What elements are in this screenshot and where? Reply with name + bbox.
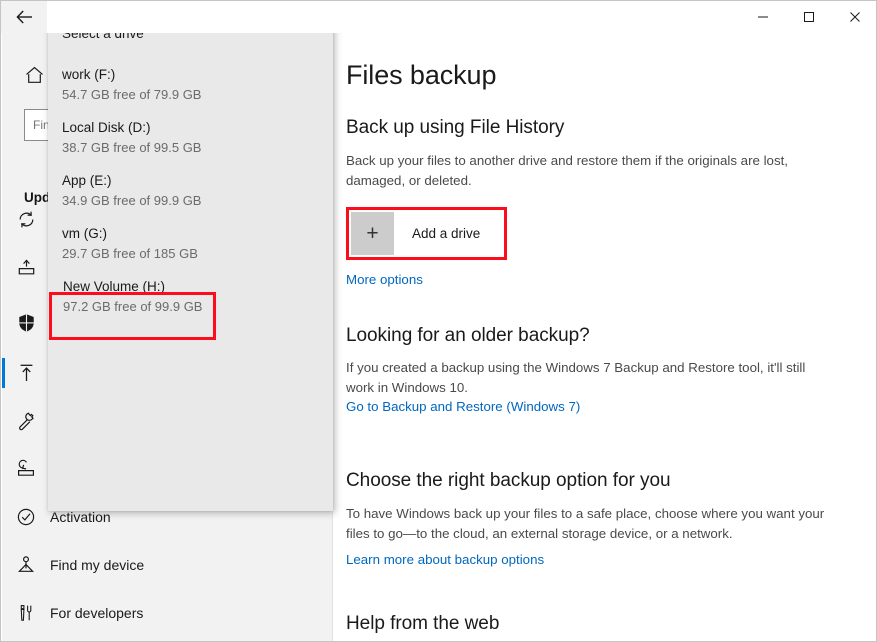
more-options-link[interactable]: More options	[346, 272, 423, 287]
drive-name: Local Disk (D:)	[62, 120, 151, 135]
maximize-icon	[803, 11, 815, 23]
title-bar	[1, 1, 876, 33]
sidebar-item-label: For developers	[50, 605, 144, 621]
close-icon	[849, 11, 861, 23]
title-bar-drag-region	[47, 1, 740, 33]
go-to-backup-restore-link[interactable]: Go to Backup and Restore (Windows 7)	[346, 399, 580, 414]
right-option-section: Choose the right backup option for you T…	[346, 470, 876, 569]
check-circle-icon	[2, 507, 50, 527]
close-button[interactable]	[832, 1, 876, 33]
drive-capacity: 38.7 GB free of 99.5 GB	[62, 140, 202, 155]
wrench-icon	[2, 411, 50, 431]
section-heading: Choose the right backup option for you	[346, 470, 671, 491]
drive-name: vm (G:)	[62, 226, 107, 241]
sidebar-item-for-developers[interactable]: For developers	[2, 591, 332, 635]
drive-name: New Volume (H:)	[63, 279, 166, 294]
drive-list-item[interactable]: vm (G:) 29.7 GB free of 185 GB	[48, 216, 333, 269]
minimize-button[interactable]	[740, 1, 786, 33]
page-title: Files backup	[346, 60, 497, 90]
settings-window: Upd Windows Update Delive	[0, 0, 877, 642]
drive-capacity: 34.9 GB free of 99.9 GB	[62, 193, 202, 208]
sidebar-item-find-my-device[interactable]: Find my device	[2, 543, 332, 587]
older-backup-section: Looking for an older backup? If you crea…	[346, 325, 876, 416]
drive-list-item[interactable]: work (F:) 54.7 GB free of 79.9 GB	[48, 57, 333, 110]
help-section: Help from the web	[346, 613, 876, 635]
drive-list: work (F:) 54.7 GB free of 79.9 GB Local …	[48, 57, 333, 322]
add-a-drive-label: Add a drive	[412, 226, 481, 241]
drive-list-item[interactable]: Local Disk (D:) 38.7 GB free of 99.5 GB	[48, 110, 333, 163]
select-drive-flyout: Select a drive work (F:) 54.7 GB free of…	[48, 2, 333, 511]
minimize-icon	[757, 11, 769, 23]
add-drive-annotation: + Add a drive	[346, 207, 508, 260]
main-content: Files backup Back up using File History …	[332, 33, 876, 641]
find-device-icon	[2, 555, 50, 575]
window-controls	[740, 1, 876, 33]
add-a-drive-button[interactable]: + Add a drive	[351, 212, 503, 255]
maximize-button[interactable]	[786, 1, 832, 33]
drive-list-item[interactable]: App (E:) 34.9 GB free of 99.9 GB	[48, 163, 333, 216]
section-description: If you created a backup using the Window…	[346, 360, 806, 395]
sidebar-item-label: Activation	[50, 509, 111, 525]
home-icon	[25, 66, 44, 89]
drive-capacity: 97.2 GB free of 99.9 GB	[63, 299, 203, 314]
section-heading: Back up using File History	[346, 117, 565, 138]
drive-capacity: 29.7 GB free of 185 GB	[62, 246, 198, 261]
sidebar-item-label: Find my device	[50, 557, 145, 573]
section-description: Back up your files to another drive and …	[346, 153, 788, 188]
learn-more-backup-options-link[interactable]: Learn more about backup options	[346, 552, 544, 567]
delivery-optimization-icon	[2, 258, 50, 277]
plus-icon: +	[351, 212, 394, 255]
section-heading: Help from the web	[346, 613, 500, 634]
drive-name: work (F:)	[62, 67, 116, 82]
sync-icon	[2, 210, 50, 229]
developer-tools-icon	[2, 603, 50, 623]
drive-name: App (E:)	[62, 173, 112, 188]
back-arrow-icon	[15, 10, 33, 24]
backup-upload-icon	[2, 363, 50, 383]
drive-list-item[interactable]: New Volume (H:) 97.2 GB free of 99.9 GB	[49, 269, 333, 322]
shield-icon	[2, 313, 50, 333]
recovery-icon	[2, 459, 50, 479]
back-button[interactable]	[1, 1, 47, 33]
section-heading: Looking for an older backup?	[346, 325, 590, 346]
drive-capacity: 54.7 GB free of 79.9 GB	[62, 87, 202, 102]
section-description: To have Windows back up your files to a …	[346, 506, 825, 541]
file-history-section: Back up using File History Back up your …	[346, 117, 876, 289]
